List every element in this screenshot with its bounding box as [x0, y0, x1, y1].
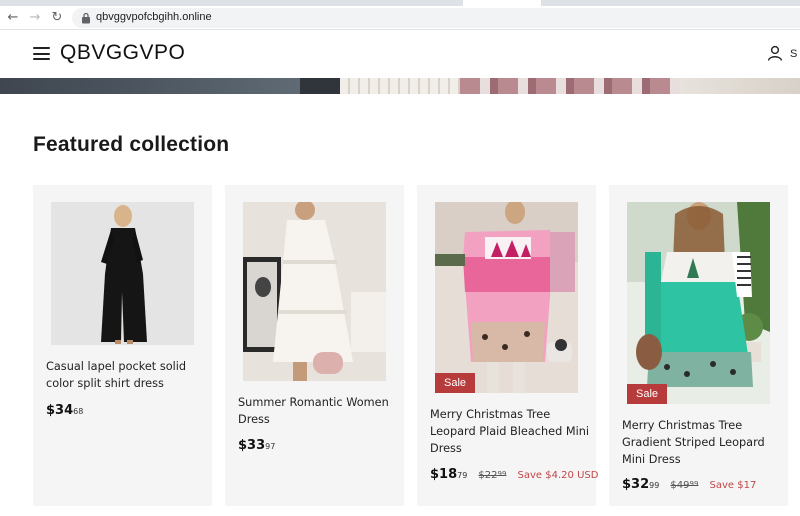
address-bar[interactable]: qbvggvpofcbgihh.online [72, 8, 800, 28]
savings-text: Save $17 [709, 480, 757, 491]
store-header: QBVGGVPO S [0, 31, 800, 78]
back-arrow-icon[interactable]: ← [4, 9, 22, 27]
store-logo[interactable]: QBVGGVPO [60, 41, 185, 65]
url-text: qbvggvpofcbgihh.online [96, 11, 212, 23]
user-icon[interactable] [767, 45, 783, 61]
product-card[interactable]: Casual lapel pocket solid color split sh… [33, 185, 212, 506]
account-link[interactable]: S [790, 48, 797, 60]
product-title[interactable]: Merry Christmas Tree Leopard Plaid Bleac… [430, 406, 590, 457]
product-image[interactable] [243, 202, 386, 381]
product-title[interactable]: Casual lapel pocket solid color split sh… [46, 358, 206, 392]
product-card[interactable]: Sale Merry Christmas Tree Leopard Plaid … [417, 185, 599, 506]
product-card[interactable]: Sale Merry Christmas Tree Gradient Strip… [609, 185, 788, 506]
menu-icon[interactable] [33, 47, 50, 60]
product-image[interactable] [627, 202, 770, 404]
compare-at-price: $4999 [670, 480, 699, 491]
product-image[interactable] [435, 202, 578, 393]
product-title[interactable]: Summer Romantic Women Dress [238, 394, 398, 428]
product-price: $1879 $2299 Save $4.20 USD [430, 467, 599, 482]
section-title: Featured collection [33, 133, 230, 156]
product-price: $3468 [46, 403, 84, 418]
lock-icon [82, 12, 90, 24]
browser-toolbar: ← → ↻ qbvggvpofcbgihh.online [0, 6, 800, 30]
product-price: $3299 $4999 Save $17 [622, 477, 757, 492]
product-price: $3397 [238, 438, 276, 453]
reload-icon[interactable]: ↻ [48, 9, 66, 27]
sale-badge: Sale [435, 373, 476, 393]
product-image[interactable] [51, 202, 194, 345]
hero-banner-image[interactable] [0, 78, 800, 94]
product-title[interactable]: Merry Christmas Tree Gradient Striped Le… [622, 417, 782, 468]
forward-arrow-icon[interactable]: → [26, 9, 44, 27]
sale-badge: Sale [627, 384, 668, 404]
savings-text: Save $4.20 USD [517, 470, 599, 481]
compare-at-price: $2299 [478, 470, 507, 481]
product-card[interactable]: Summer Romantic Women Dress $3397 [225, 185, 404, 506]
